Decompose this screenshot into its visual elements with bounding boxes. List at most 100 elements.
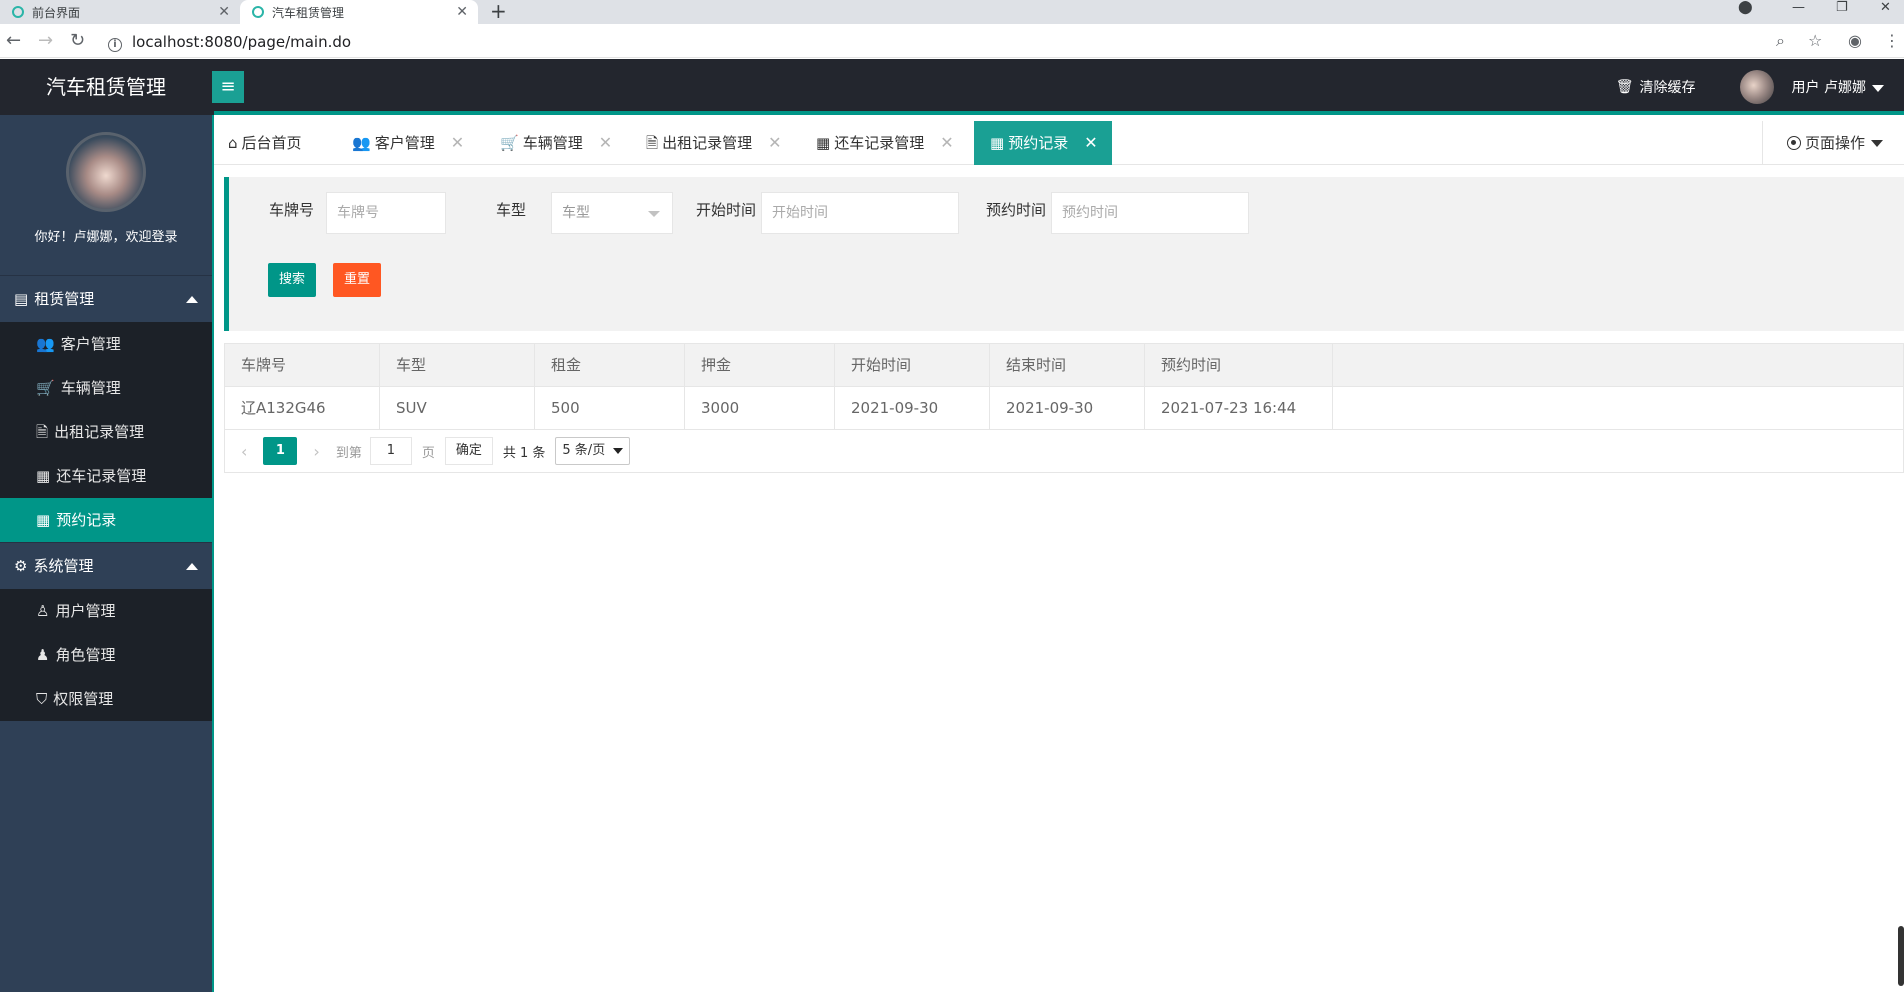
column-header[interactable]: 押金 [685,344,835,386]
user-menu[interactable]: 用户 卢娜娜 [1792,77,1884,97]
forward-icon[interactable]: → [38,30,53,51]
search-button[interactable]: 搜索 [268,263,316,297]
tab-reservations[interactable]: ▦ 预约记录 ✕ [974,121,1112,165]
tab-home[interactable]: ⌂ 后台首页 [228,121,302,165]
close-icon[interactable]: ✕ [456,4,468,20]
reserve-time-label: 预约时间 [986,201,1047,219]
restore-icon[interactable]: ❐ [1836,0,1848,18]
zoom-icon[interactable]: ⌕ [1776,31,1785,51]
sidebar-item-customers[interactable]: 👥 客户管理 [0,322,212,366]
close-icon[interactable]: ✕ [1084,133,1097,152]
account-icon[interactable]: ◉ [1848,31,1862,50]
type-select[interactable]: 车型 [551,192,673,234]
new-tab-button[interactable]: + [490,0,507,24]
table-cell: 2021-09-30 [835,387,990,429]
table-cell: 500 [535,387,685,429]
sidebar-item-returns[interactable]: ▦ 还车记录管理 [0,454,212,498]
sidebar-item-reservations[interactable]: ▦ 预约记录 [0,498,212,542]
goto-confirm-button[interactable]: 确定 [444,437,493,465]
close-icon[interactable]: ✕ [218,4,230,20]
plate-label: 车牌号 [269,201,315,219]
clear-cache-button[interactable]: 🗑 清除缓存 [1616,77,1696,97]
table-cell-filler [1333,387,1903,429]
minimize-icon[interactable]: — [1792,0,1805,18]
favicon-icon [12,6,24,18]
sidebar-item-vehicles[interactable]: 🛒 车辆管理 [0,366,212,410]
close-icon[interactable]: ✕ [451,133,464,152]
tab-label: 还车记录管理 [834,134,925,152]
chevron-down-icon [648,211,660,217]
menu-group-system[interactable]: ⚙ 系统管理 [0,542,212,589]
reset-button[interactable]: 重置 [333,263,381,297]
plate-input[interactable] [326,192,446,234]
close-icon[interactable]: ✕ [768,133,781,152]
file-icon: 🗎 [36,423,49,441]
calendar-icon: ▦ [36,467,51,485]
clear-cache-label: 清除缓存 [1639,80,1696,96]
reserve-time-input[interactable] [1051,192,1249,234]
tab-label: 客户管理 [374,134,435,152]
tab-label: 后台首页 [241,134,302,152]
sidebar-item-label: 权限管理 [53,690,114,708]
close-icon[interactable]: ✕ [599,133,612,152]
sidebar-item-label: 还车记录管理 [56,467,147,485]
scrollbar-thumb[interactable] [1898,926,1904,986]
start-time-input[interactable] [761,192,959,234]
close-icon[interactable]: ✕ [940,133,953,152]
page-size-select[interactable]: 5 条/页 [555,437,631,465]
main-content: ⌂ 后台首页 👥 客户管理 ✕ 🛒 车辆管理 ✕ 🗎 出租记录管理 ✕ ▦ 还车记录管理 ✕ ▦ 预… [212,115,1904,992]
page-size-value: 5 条/页 [562,443,606,458]
avatar[interactable] [1739,70,1774,104]
tab-customers[interactable]: 👥 客户管理 ✕ [352,121,464,165]
browser-tab-title: 前台界面 [32,5,81,20]
caret-down-icon [1872,84,1884,92]
tab-label: 车辆管理 [522,134,583,152]
browser-tab-admin[interactable]: 汽车租赁管理 ✕ [240,0,478,24]
column-header[interactable]: 车牌号 [225,344,380,386]
sidebar-item-label: 预约记录 [56,511,117,529]
tab-label: 预约记录 [1008,134,1069,152]
close-window-icon[interactable]: ✕ [1880,0,1891,18]
more-menu-icon[interactable]: ⋮ [1884,31,1900,50]
page-unit-label: 页 [421,445,435,461]
back-icon[interactable]: ← [6,30,21,51]
cart-icon: 🛒 [500,134,519,152]
sidebar-item-rentals[interactable]: 🗎 出租记录管理 [0,410,212,454]
search-panel: 车牌号 车型 车型 开始时间 预约时间 搜索 重置 [224,177,1904,331]
column-header[interactable]: 结束时间 [990,344,1145,386]
sidebar-item-roles[interactable]: ♟ 角色管理 [0,633,212,677]
table-cell: SUV [380,387,535,429]
sidebar-item-permissions[interactable]: ⛉ 权限管理 [0,677,212,721]
sidebar: 你好！卢娜娜，欢迎登录 ▤ 租赁管理 👥 客户管理 🛒 车辆管理 🗎 出租记录管理 ▦ 还… [0,115,212,992]
next-page-icon[interactable]: › [313,442,319,461]
profile-dropdown-icon[interactable]: ⬤ [1738,0,1753,18]
table-row[interactable]: 辽A132G46 SUV 500 3000 2021-09-30 2021-09… [225,387,1903,430]
bookmark-star-icon[interactable]: ☆ [1808,31,1822,50]
menu-group-rental[interactable]: ▤ 租赁管理 [0,275,212,322]
column-header[interactable]: 租金 [535,344,685,386]
sidebar-item-users[interactable]: ♙ 用户管理 [0,589,212,633]
page-operations-menu[interactable]: 页面操作 [1762,121,1904,165]
tab-rentals[interactable]: 🗎 出租记录管理 ✕ [646,121,781,165]
browser-tab-frontend[interactable]: 前台界面 ✕ [0,0,240,24]
prev-page-icon[interactable]: ‹ [241,442,247,461]
table-cell: 3000 [685,387,835,429]
column-header[interactable]: 车型 [380,344,535,386]
app-header: 汽车租赁管理 ≡ 🗑 清除缓存 用户 卢娜娜 [0,59,1904,115]
current-page[interactable]: 1 [263,437,298,465]
column-header[interactable]: 预约时间 [1145,344,1333,386]
tab-returns[interactable]: ▦ 还车记录管理 ✕ [816,121,954,165]
user-solid-icon: ♟ [36,646,50,664]
page-number-input[interactable]: 1 [369,437,412,465]
url-text: localhost:8080/page/main.do [132,33,352,51]
table-cell: 2021-07-23 16:44 [1145,387,1333,429]
calendar-icon: ▦ [36,511,51,529]
url-field[interactable]: i localhost:8080/page/main.do [108,33,351,52]
menu-toggle-button[interactable]: ≡ [212,71,244,103]
app-title: 汽车租赁管理 [46,75,166,99]
reload-icon[interactable]: ↻ [70,30,85,51]
tab-vehicles[interactable]: 🛒 车辆管理 ✕ [500,121,612,165]
info-icon[interactable]: i [108,38,122,52]
table-cell: 2021-09-30 [990,387,1145,429]
column-header[interactable]: 开始时间 [835,344,990,386]
